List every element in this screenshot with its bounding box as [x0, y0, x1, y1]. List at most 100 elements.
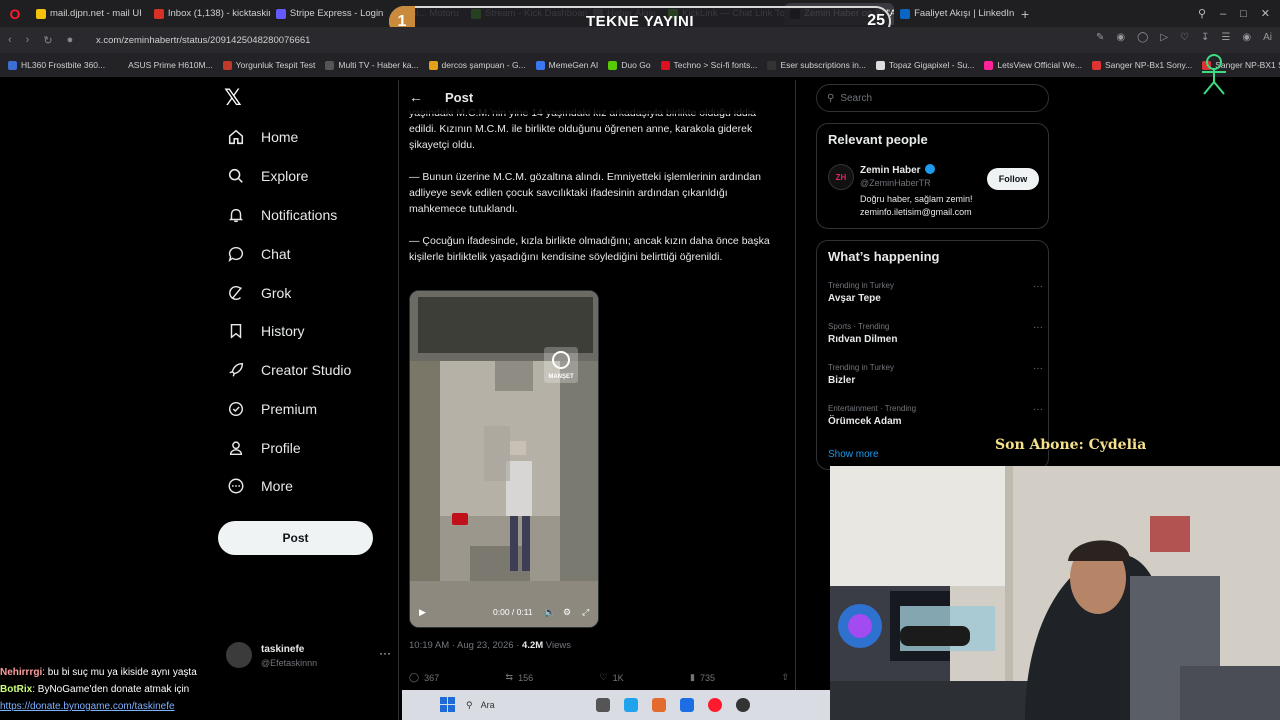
task-view-icon[interactable] [596, 698, 610, 712]
search-tabs-icon[interactable]: ⚲ [1198, 7, 1206, 20]
nav-creator-studio[interactable]: Creator Studio [226, 354, 351, 386]
compose-post-button[interactable]: Post [218, 521, 373, 555]
trend-item[interactable]: Sports · Trending Rıdvan Dilmen ··· [828, 322, 1043, 345]
forward-icon[interactable]: › [26, 34, 30, 47]
settings-gear-icon[interactable]: ⚙ [563, 607, 571, 618]
nav-explore[interactable]: Explore [226, 160, 308, 192]
reload-icon[interactable]: ↻ [43, 34, 52, 47]
webcam-image [830, 466, 1280, 720]
obs-icon[interactable] [736, 698, 750, 712]
account-name: taskinefe [261, 644, 305, 655]
bookmark-item[interactable]: MemeGen AI [535, 60, 598, 70]
trend-category: Trending in Turkey [828, 363, 894, 372]
nav-grok[interactable]: Grok [226, 277, 291, 309]
bookmark-item[interactable]: Duo Go [608, 60, 651, 70]
browser-tab[interactable]: Inbox (1,138) - kicktaskin [148, 3, 270, 25]
ellipsis-icon[interactable]: ··· [1033, 322, 1043, 333]
share-button[interactable]: ⇧ [781, 672, 789, 683]
opera-logo-icon[interactable]: O [4, 3, 26, 25]
nav-profile[interactable]: Profile [226, 432, 301, 464]
camera-icon[interactable]: ◉ [1116, 32, 1125, 43]
avatar[interactable]: ZH [828, 164, 854, 190]
bookmark-item[interactable]: ASUS Prime H610M... [115, 60, 213, 70]
play-icon[interactable]: ▶ [419, 607, 426, 618]
x-logo-icon[interactable]: 𝕏 [224, 86, 248, 111]
nav-chat[interactable]: Chat [226, 238, 291, 270]
copilot-icon[interactable] [652, 698, 666, 712]
browser-tab[interactable]: Faaliyet Akışı | LinkedIn [894, 3, 1016, 25]
taskbar-search[interactable]: ⚲ Ara [466, 700, 586, 711]
menu-icon[interactable]: ☰ [1221, 32, 1230, 43]
lock-icon: ● [66, 33, 74, 46]
follow-button[interactable]: Follow [987, 168, 1039, 190]
last-subscriber-label: Son Abone: Cydelia [995, 437, 1147, 453]
bookmark-item[interactable]: LetsView Official We... [984, 60, 1082, 70]
bookmark-item[interactable]: Eser subscriptions in... [767, 60, 866, 70]
trend-item[interactable]: Trending in Turkey Bizler ··· [828, 363, 1043, 386]
nav-more[interactable]: More [226, 470, 293, 502]
like-button[interactable]: ♡ 1K [600, 672, 624, 683]
window-controls: ⚲ – □ ✕ [1198, 0, 1280, 27]
nav-history[interactable]: History [226, 315, 305, 347]
trend-name: Avşar Tepe [828, 293, 881, 304]
profile-icon[interactable]: ◉ [1242, 32, 1251, 43]
bookmark-item[interactable]: HL360 Frostbite 360... [8, 60, 105, 70]
play-icon[interactable]: ▷ [1160, 32, 1168, 43]
ai-icon[interactable]: Ai [1263, 32, 1272, 43]
browser-tab[interactable]: Stripe Express - Login [270, 3, 389, 25]
windows-start-icon[interactable] [440, 697, 455, 712]
ellipsis-icon[interactable]: ··· [1033, 404, 1043, 415]
bookmark-item[interactable]: Multi TV - Haber ka... [325, 60, 419, 70]
opera-icon[interactable] [708, 698, 722, 712]
post-video[interactable]: MANŞET ▶ 0:00 / 0:11 🔈 ⚙ ⤢ [409, 290, 599, 628]
heart-icon[interactable]: ♡ [1180, 32, 1189, 43]
trend-item[interactable]: Trending in Turkey Avşar Tepe ··· [828, 281, 1043, 304]
search-placeholder: Search [840, 92, 873, 104]
post-actions: ◯ 367 ⇆ 156 ♡ 1K ▮ 735 ⇧ [409, 672, 789, 683]
back-arrow-icon[interactable]: ← [409, 89, 427, 105]
repost-button[interactable]: ⇆ 156 [506, 672, 534, 683]
nav-home[interactable]: Home [226, 121, 298, 153]
close-window-icon[interactable]: ✕ [1261, 7, 1270, 20]
minimize-icon[interactable]: – [1220, 8, 1226, 20]
person-name-row[interactable]: Zemin Haber [860, 164, 936, 176]
relevant-people-title: Relevant people [828, 132, 928, 147]
maximize-icon[interactable]: □ [1240, 8, 1247, 20]
bookmark-item[interactable]: dercos şampuan - G... [428, 60, 526, 70]
show-more-link[interactable]: Show more [828, 449, 879, 460]
chat-username: Nehirrrgi [0, 667, 43, 678]
edge-icon[interactable] [624, 698, 638, 712]
browser-tab[interactable]: mail.djpn.net - mail UI [30, 3, 148, 25]
bookmark-item[interactable]: Topaz Gigapixel - Su... [875, 60, 974, 70]
chat-bubble-icon [226, 244, 246, 264]
search-icon: ⚲ [466, 699, 473, 710]
shield-icon[interactable]: ◯ [1137, 32, 1148, 43]
volume-icon[interactable]: 🔈 [544, 607, 555, 618]
nav-premium[interactable]: Premium [226, 393, 317, 425]
post-paragraph: — Çocuğun ifadesinde, kızla birlikte olm… [409, 235, 770, 263]
url-field[interactable]: x.com/zeminhabertr/status/20914250482800… [96, 35, 310, 46]
views-label: Views [543, 640, 571, 651]
store-icon[interactable] [680, 698, 694, 712]
post-header: ← Post [399, 80, 795, 114]
trend-category: Sports · Trending [828, 322, 890, 331]
repost-count: 156 [518, 672, 534, 683]
bookmark-item[interactable]: Yorgunluk Tespit Test [222, 60, 315, 70]
bookmark-button[interactable]: ▮ 735 [690, 672, 715, 683]
download-icon[interactable]: ↧ [1201, 32, 1209, 43]
bookmark-item[interactable]: Techno > Sci-fi fonts... [660, 60, 757, 70]
ellipsis-icon[interactable]: ··· [1033, 281, 1043, 292]
new-tab-icon[interactable]: + [1016, 6, 1034, 22]
ellipsis-icon[interactable]: ··· [1033, 363, 1043, 374]
trend-item[interactable]: Entertainment · Trending Örümcek Adam ··… [828, 404, 1043, 427]
address-bar-actions: ✎ ◉ ◯ ▷ ♡ ↧ ☰ ◉ Ai [1096, 32, 1272, 43]
tab-label: Inbox (1,138) - kicktaskin [167, 8, 270, 19]
search-input[interactable]: ⚲ Search [816, 84, 1049, 112]
back-icon[interactable]: ‹ [8, 34, 12, 47]
bookmark-item[interactable]: Sanger NP-Bx1 Sony... [1092, 60, 1192, 70]
fullscreen-icon[interactable]: ⤢ [582, 607, 589, 618]
nav-notifications[interactable]: Notifications [226, 199, 337, 231]
edit-icon[interactable]: ✎ [1096, 32, 1104, 43]
reply-button[interactable]: ◯ 367 [409, 672, 439, 683]
bookmark-label: Sanger NP-Bx1 Sony... [1105, 60, 1193, 70]
